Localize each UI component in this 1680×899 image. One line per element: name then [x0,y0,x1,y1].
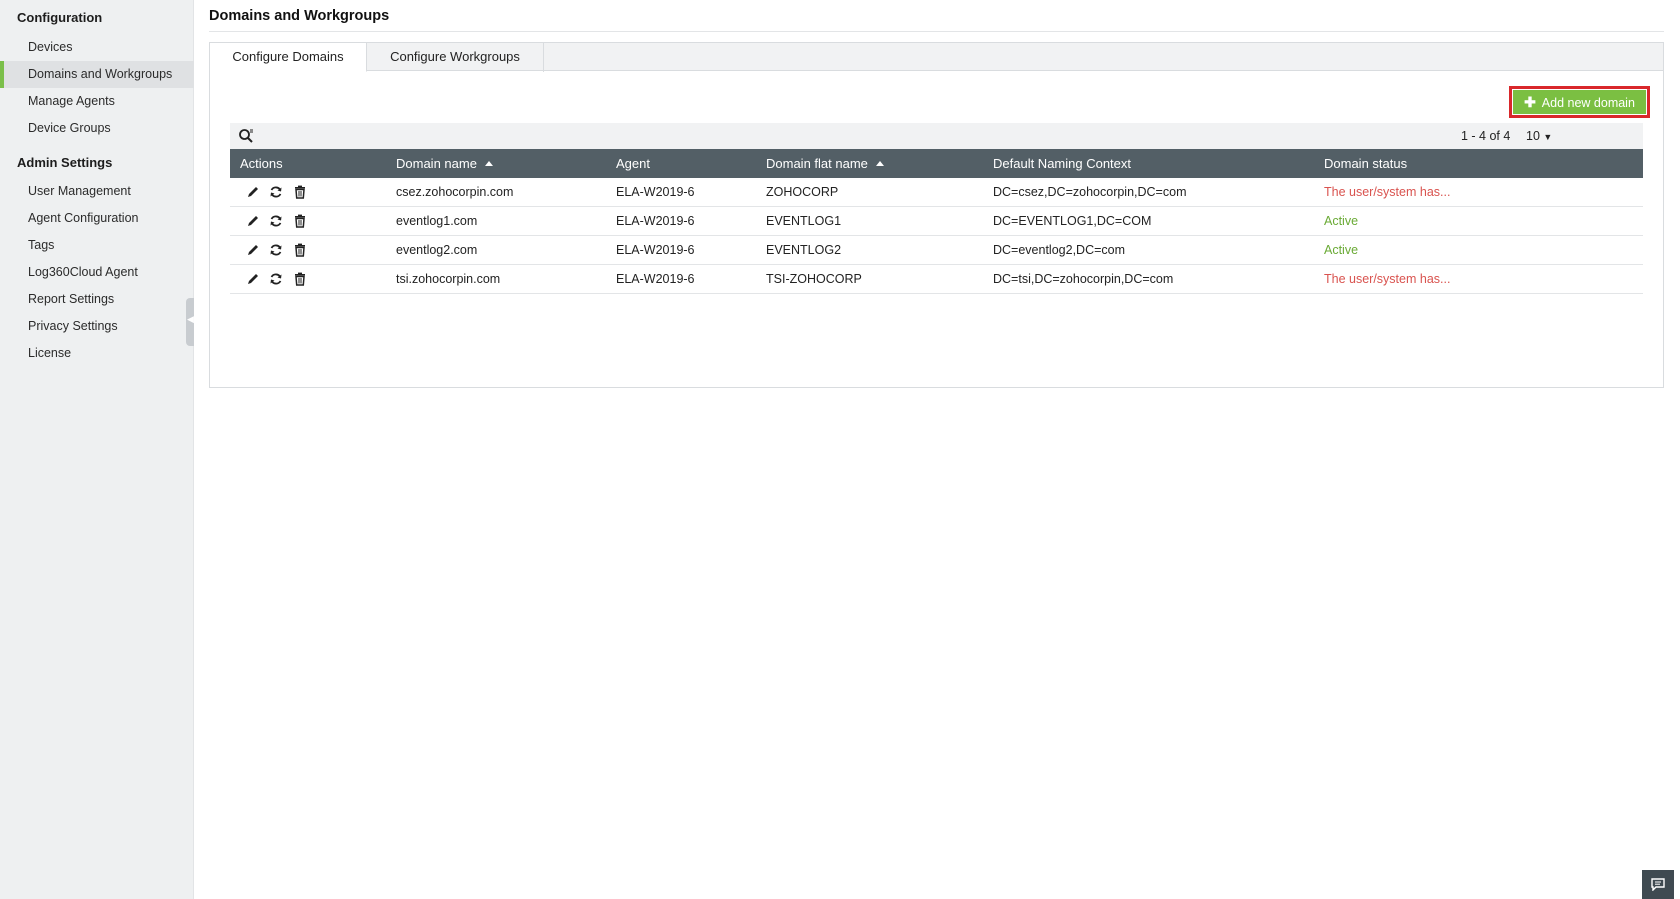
sidebar-item-device-groups[interactable]: Device Groups [0,115,194,142]
page-size-select[interactable]: 10 ▼ [1526,123,1552,150]
table-row: eventlog1.com ELA-W2019-6 EVENTLOG1 DC=E… [230,207,1643,236]
column-header-actions: Actions [240,156,283,171]
column-header-domain-name-label: Domain name [396,156,477,171]
column-header-domain-flat-name[interactable]: Domain flat name [766,149,884,178]
delete-icon[interactable] [293,185,307,199]
chat-icon [1651,878,1665,891]
sidebar-item-log360cloud-agent[interactable]: Log360Cloud Agent [0,259,194,286]
sidebar-item-privacy-settings[interactable]: Privacy Settings [0,313,194,340]
cell-domain-status[interactable]: The user/system has... [1324,265,1450,293]
column-header-domain-flat-name-label: Domain flat name [766,156,868,171]
delete-icon[interactable] [293,243,307,257]
edit-icon[interactable] [246,185,260,199]
add-new-domain-button[interactable]: ✚ Add new domain [1513,90,1646,114]
cell-domain-status[interactable]: The user/system has... [1324,178,1450,206]
column-header-default-naming-context[interactable]: Default Naming Context [993,149,1131,178]
cell-agent: ELA-W2019-6 [616,214,695,228]
table-toolbar: 1 - 4 of 4 10 ▼ [230,123,1643,149]
cell-domain-flat-name: EVENTLOG1 [766,214,842,228]
sidebar-item-domains-and-workgroups[interactable]: Domains and Workgroups [0,61,194,88]
delete-icon[interactable] [293,272,307,286]
cell-agent: ELA-W2019-6 [616,272,695,286]
cell-agent: ELA-W2019-6 [616,185,695,199]
cell-naming-context: DC=eventlog2,DC=com [993,243,1126,257]
cell-naming-context: DC=csez,DC=zohocorpin,DC=com [993,185,1187,199]
table-row: csez.zohocorpin.com ELA-W2019-6 ZOHOCORP… [230,178,1643,207]
tab-bar: Configure Domains Configure Workgroups [210,43,1663,72]
sidebar-item-report-settings[interactable]: Report Settings [0,286,194,313]
table-header: Actions Domain name Agent Domain flat na… [230,149,1643,178]
delete-icon[interactable] [293,214,307,228]
plus-icon: ✚ [1524,93,1536,110]
tab-configure-workgroups[interactable]: Configure Workgroups [367,43,544,72]
caret-down-icon: ▼ [1543,132,1553,142]
sidebar-collapse-handle[interactable]: ◀ [186,298,194,346]
cell-agent: ELA-W2019-6 [616,243,695,257]
cell-domain-flat-name: ZOHOCORP [766,185,839,199]
domains-panel: Configure Domains Configure Workgroups ✚… [209,42,1664,388]
refresh-icon[interactable] [269,214,283,228]
table-row: tsi.zohocorpin.com ELA-W2019-6 TSI-ZOHOC… [230,265,1643,294]
column-header-agent[interactable]: Agent [616,149,650,178]
column-header-domain-status[interactable]: Domain status [1324,149,1407,178]
cell-domain-name: tsi.zohocorpin.com [396,272,501,286]
search-icon[interactable] [238,128,254,144]
edit-icon[interactable] [246,243,260,257]
title-divider [209,31,1664,32]
page-title: Domains and Workgroups [209,8,390,24]
refresh-icon[interactable] [269,243,283,257]
tab-configure-domains[interactable]: Configure Domains [210,43,367,72]
sidebar-item-manage-agents[interactable]: Manage Agents [0,88,194,115]
cell-domain-name: csez.zohocorpin.com [396,185,514,199]
cell-domain-name: eventlog2.com [396,243,478,257]
sidebar-item-tags[interactable]: Tags [0,232,194,259]
sidebar-section-configuration: Configuration [17,10,103,25]
sort-ascending-icon [875,161,884,167]
cell-domain-name: eventlog1.com [396,214,478,228]
sidebar-item-user-management[interactable]: User Management [0,178,194,205]
sort-ascending-icon [484,161,493,167]
edit-icon[interactable] [246,214,260,228]
chevron-left-icon: ◀ [187,314,194,324]
chat-button[interactable] [1642,870,1674,899]
cell-naming-context: DC=tsi,DC=zohocorpin,DC=com [993,272,1174,286]
cell-domain-flat-name: TSI-ZOHOCORP [766,272,862,286]
edit-icon[interactable] [246,272,260,286]
sidebar-section-admin-settings: Admin Settings [17,155,113,170]
add-domain-highlight: ✚ Add new domain [1509,86,1650,118]
cell-naming-context: DC=EVENTLOG1,DC=COM [993,214,1152,228]
pagination-info: 1 - 4 of 4 [1461,129,1511,143]
table-row: eventlog2.com ELA-W2019-6 EVENTLOG2 DC=e… [230,236,1643,265]
refresh-icon[interactable] [269,272,283,286]
cell-domain-flat-name: EVENTLOG2 [766,243,842,257]
refresh-icon[interactable] [269,185,283,199]
cell-domain-status: Active [1324,214,1359,228]
sidebar-item-license[interactable]: License [0,340,194,367]
cell-domain-status: Active [1324,243,1359,257]
add-new-domain-label: Add new domain [1541,95,1635,110]
sidebar-item-agent-configuration[interactable]: Agent Configuration [0,205,194,232]
sidebar-item-devices[interactable]: Devices [0,34,194,61]
column-header-domain-name[interactable]: Domain name [396,149,493,178]
sidebar: Configuration Devices Domains and Workgr… [0,0,194,899]
page-size-value: 10 [1526,129,1540,143]
